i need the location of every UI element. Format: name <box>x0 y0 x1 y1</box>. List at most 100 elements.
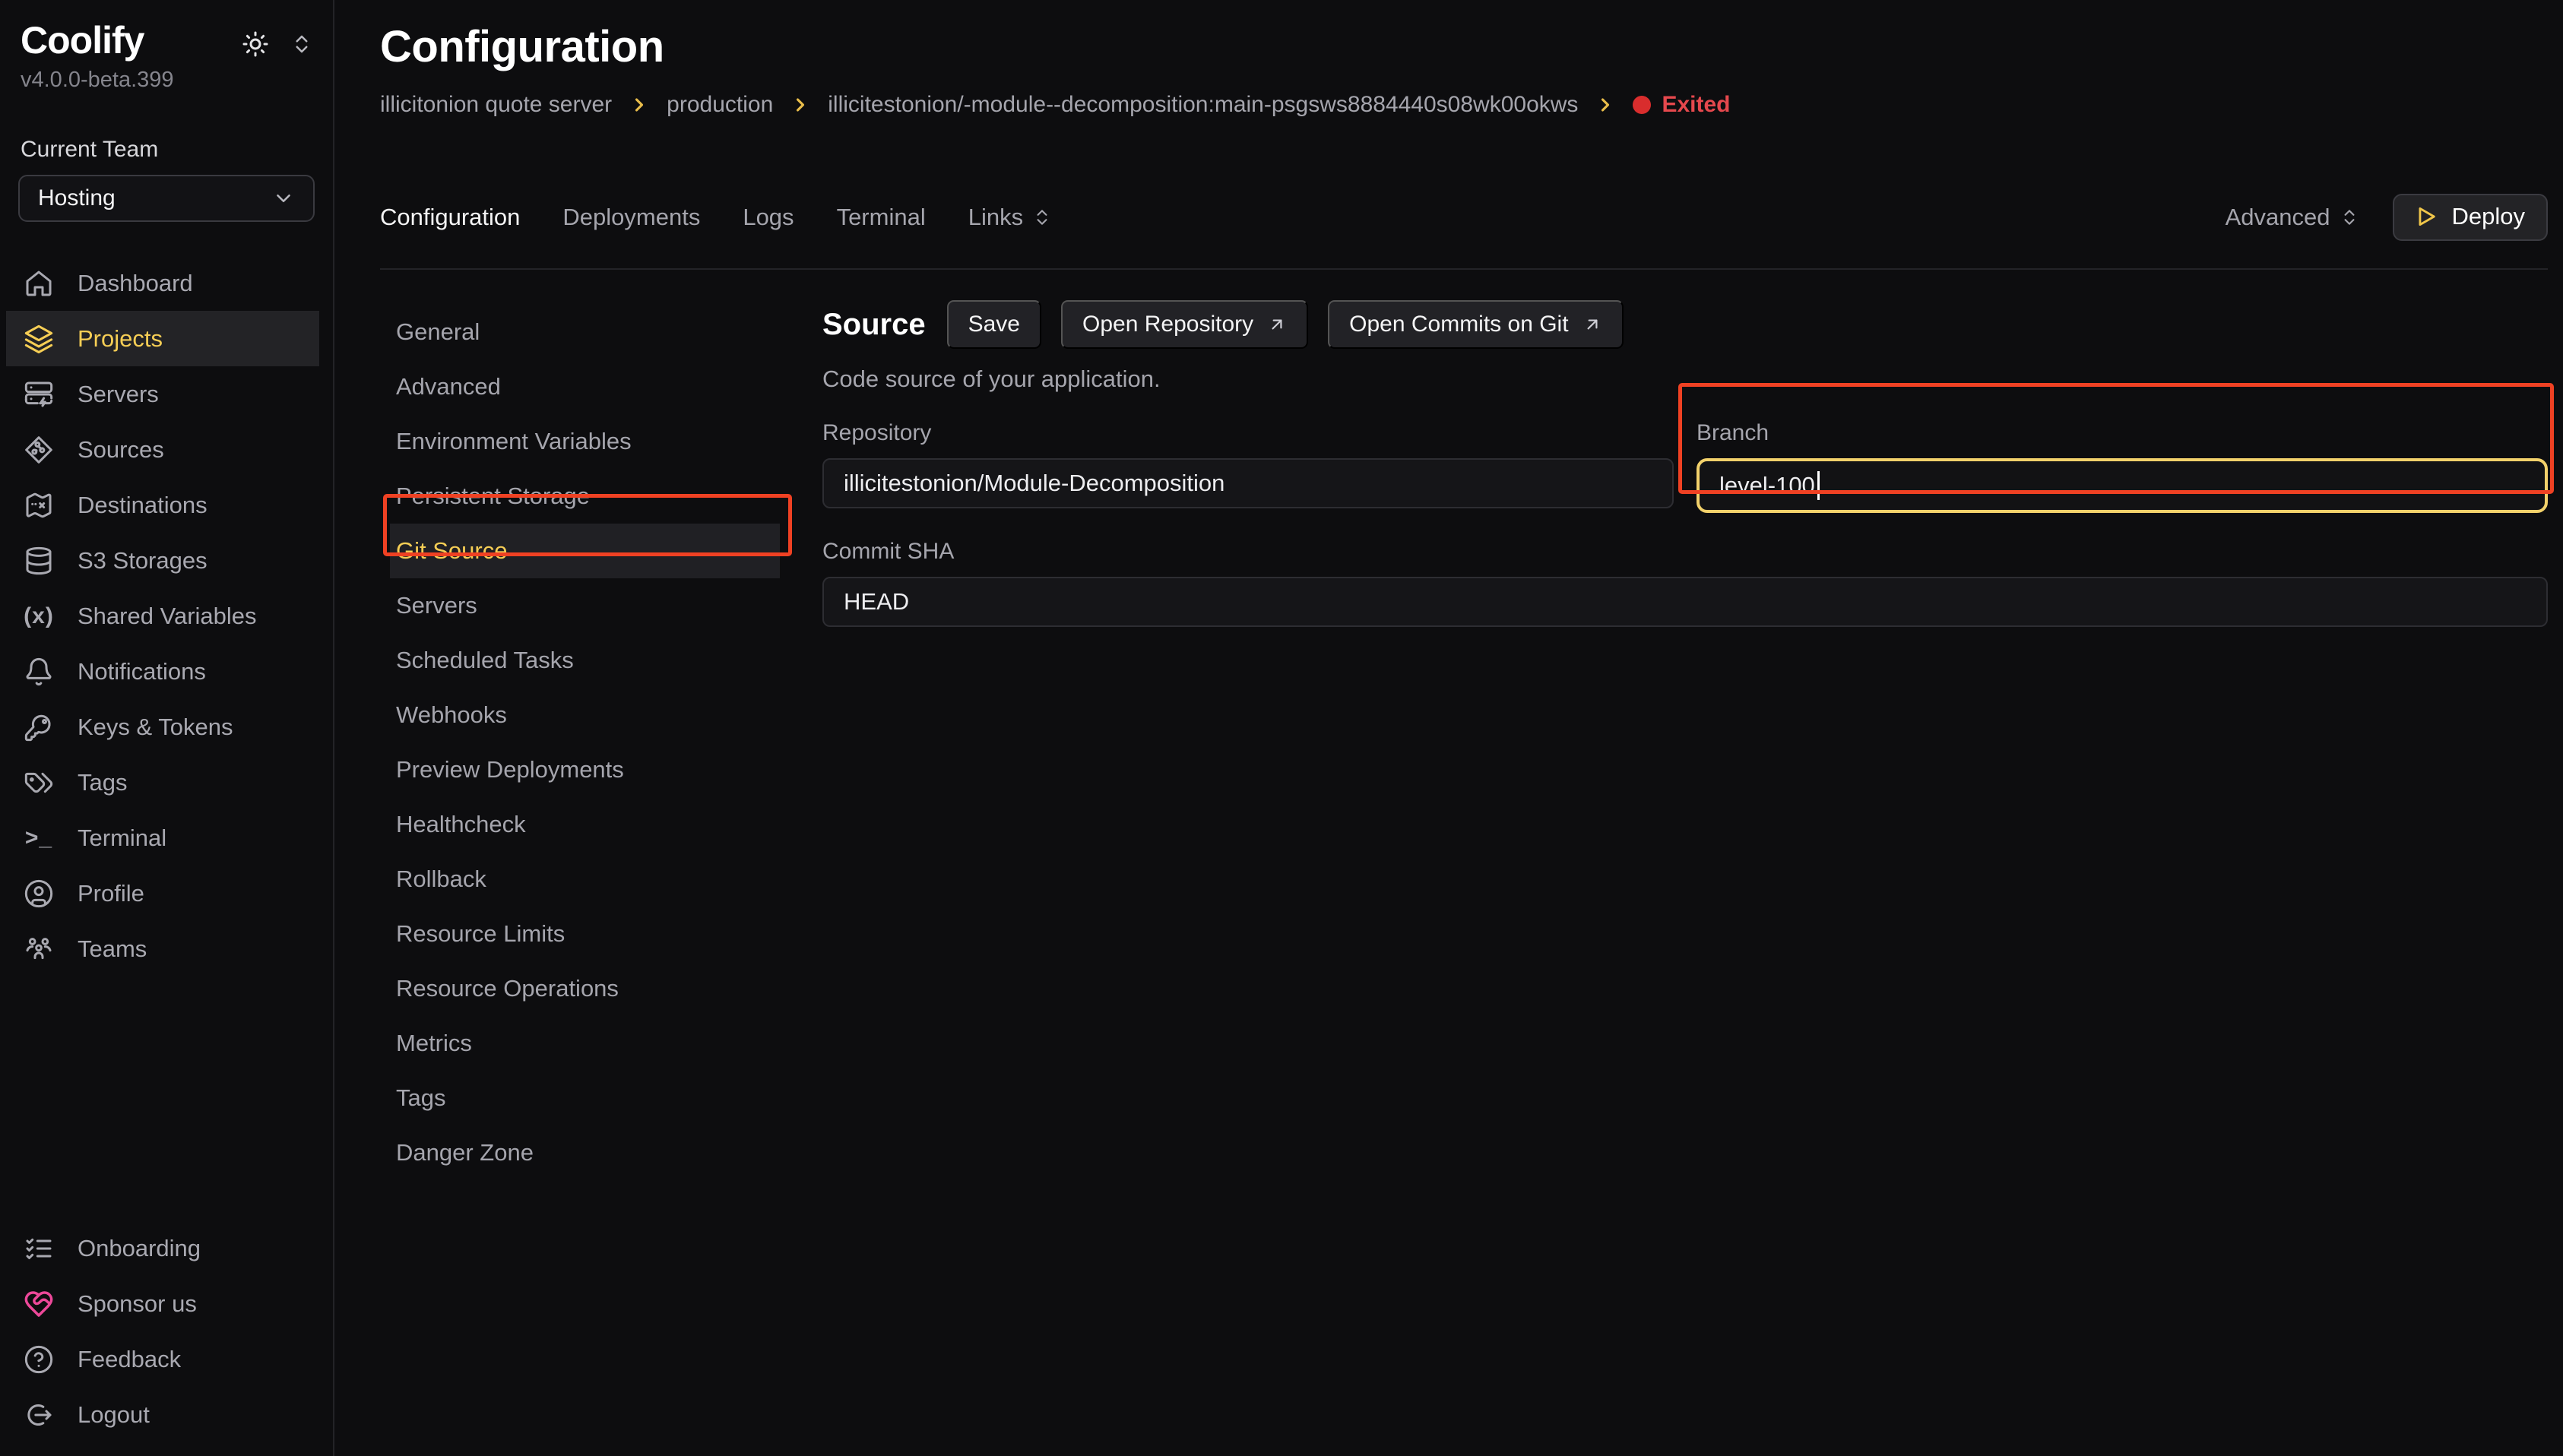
sidebar-bottom-nav: Onboarding Sponsor us Feedback Logout <box>0 1220 333 1442</box>
breadcrumb-application[interactable]: illicitestonion/-module--decomposition:m… <box>828 92 1578 118</box>
open-repository-label: Open Repository <box>1082 312 1253 337</box>
subnav-resource-limits[interactable]: Resource Limits <box>390 907 780 961</box>
open-commits-button[interactable]: Open Commits on Git <box>1328 300 1623 349</box>
tab-terminal[interactable]: Terminal <box>837 204 926 231</box>
advanced-dropdown[interactable]: Advanced <box>2226 204 2359 231</box>
key-icon <box>23 711 55 743</box>
status-badge: Exited <box>1633 92 1730 118</box>
tab-logs[interactable]: Logs <box>743 204 794 231</box>
tab-configuration[interactable]: Configuration <box>380 204 520 231</box>
text-cursor <box>1817 471 1820 500</box>
database-icon <box>23 545 55 577</box>
breadcrumb-environment[interactable]: production <box>667 92 773 118</box>
sidebar-item-label: Onboarding <box>78 1235 201 1262</box>
sidebar-item-feedback[interactable]: Feedback <box>6 1331 319 1387</box>
tab-links[interactable]: Links <box>968 204 1052 231</box>
users-icon <box>23 933 55 965</box>
chevron-right-icon <box>629 94 650 116</box>
subnav-tags[interactable]: Tags <box>390 1071 780 1125</box>
open-commits-label: Open Commits on Git <box>1349 312 1568 337</box>
sidebar-item-shared-variables[interactable]: (x) Shared Variables <box>6 588 319 644</box>
sidebar-item-servers[interactable]: Servers <box>6 366 319 422</box>
deploy-button[interactable]: Deploy <box>2393 194 2549 241</box>
repository-value: illicitestonion/Module-Decomposition <box>844 470 1224 497</box>
subnav-preview-deployments[interactable]: Preview Deployments <box>390 742 780 797</box>
app-version: v4.0.0-beta.399 <box>0 68 333 93</box>
tab-deployments[interactable]: Deployments <box>562 204 700 231</box>
subnav-healthcheck[interactable]: Healthcheck <box>390 797 780 852</box>
sidebar-nav: Dashboard Projects Servers Sources <box>0 255 333 976</box>
sidebar-item-sponsor-us[interactable]: Sponsor us <box>6 1276 319 1331</box>
subnav-git-source[interactable]: Git Source <box>390 524 780 578</box>
tags-icon <box>23 767 55 799</box>
map-icon <box>23 489 55 521</box>
heart-handshake-icon <box>23 1288 55 1320</box>
open-repository-button[interactable]: Open Repository <box>1061 300 1308 349</box>
user-circle-icon <box>23 878 55 910</box>
chevron-right-icon <box>1595 94 1616 116</box>
subnav-resource-operations[interactable]: Resource Operations <box>390 961 780 1016</box>
subnav-webhooks[interactable]: Webhooks <box>390 688 780 742</box>
tab-bar: Configuration Deployments Logs Terminal … <box>380 194 2548 270</box>
team-select[interactable]: Hosting <box>18 175 315 222</box>
subnav-scheduled-tasks[interactable]: Scheduled Tasks <box>390 633 780 688</box>
logout-icon <box>23 1399 55 1431</box>
page-title: Configuration <box>380 21 2548 72</box>
commit-sha-value: HEAD <box>844 588 909 616</box>
theme-toggle-sun-icon[interactable] <box>242 30 269 58</box>
save-button[interactable]: Save <box>947 300 1041 349</box>
variable-icon: (x) <box>23 600 55 632</box>
subnav-metrics[interactable]: Metrics <box>390 1016 780 1071</box>
server-icon <box>23 378 55 410</box>
layers-icon <box>23 323 55 355</box>
sidebar-item-label: Notifications <box>78 658 206 685</box>
sidebar-item-dashboard[interactable]: Dashboard <box>6 255 319 311</box>
subnav-general[interactable]: General <box>390 305 780 359</box>
help-circle-icon <box>23 1344 55 1375</box>
sidebar-item-profile[interactable]: Profile <box>6 866 319 921</box>
main-content: Configuration illicitonion quote server … <box>334 0 2563 1456</box>
sidebar-item-tags[interactable]: Tags <box>6 755 319 810</box>
sidebar-item-notifications[interactable]: Notifications <box>6 644 319 699</box>
sidebar-item-label: Tags <box>78 769 127 796</box>
subnav-servers[interactable]: Servers <box>390 578 780 633</box>
bell-icon <box>23 656 55 688</box>
source-description: Code source of your application. <box>822 366 2548 393</box>
subnav-persistent-storage[interactable]: Persistent Storage <box>390 469 780 524</box>
subnav-environment-variables[interactable]: Environment Variables <box>390 414 780 469</box>
subnav-danger-zone[interactable]: Danger Zone <box>390 1125 780 1180</box>
terminal-icon: >_ <box>23 822 55 854</box>
config-subnav: General Advanced Environment Variables P… <box>380 300 790 1456</box>
subnav-advanced[interactable]: Advanced <box>390 359 780 414</box>
sidebar-item-label: Profile <box>78 880 144 907</box>
subnav-rollback[interactable]: Rollback <box>390 852 780 907</box>
sidebar-item-logout[interactable]: Logout <box>6 1387 319 1442</box>
home-icon <box>23 267 55 299</box>
sidebar-item-label: Feedback <box>78 1346 181 1373</box>
app-logo: Coolify <box>21 20 144 62</box>
sidebar-item-terminal[interactable]: >_ Terminal <box>6 810 319 866</box>
repository-input[interactable]: illicitestonion/Module-Decomposition <box>822 458 1674 508</box>
sidebar-item-onboarding[interactable]: Onboarding <box>6 1220 319 1276</box>
commit-sha-input[interactable]: HEAD <box>822 577 2548 627</box>
sidebar-item-label: Terminal <box>78 825 166 852</box>
sidebar-collapse-chevrons-icon[interactable] <box>290 33 313 55</box>
repository-label: Repository <box>822 420 1674 446</box>
team-select-value: Hosting <box>38 185 116 211</box>
advanced-label: Advanced <box>2226 204 2330 231</box>
sidebar-item-sources[interactable]: Sources <box>6 422 319 477</box>
sidebar-item-label: Servers <box>78 381 159 408</box>
sidebar: Coolify v4.0.0-beta.399 Current Team Hos… <box>0 0 334 1456</box>
external-link-arrow-icon <box>1267 315 1287 334</box>
deploy-label: Deploy <box>2452 203 2526 230</box>
sidebar-item-destinations[interactable]: Destinations <box>6 477 319 533</box>
branch-input[interactable]: level-100 <box>1697 458 2548 513</box>
breadcrumb-project[interactable]: illicitonion quote server <box>380 92 612 118</box>
sidebar-item-teams[interactable]: Teams <box>6 921 319 976</box>
source-heading: Source <box>822 308 926 342</box>
git-source-icon <box>23 434 55 466</box>
branch-value: level-100 <box>1719 472 1815 499</box>
sidebar-item-projects[interactable]: Projects <box>6 311 319 366</box>
sidebar-item-s3-storages[interactable]: S3 Storages <box>6 533 319 588</box>
sidebar-item-keys-tokens[interactable]: Keys & Tokens <box>6 699 319 755</box>
